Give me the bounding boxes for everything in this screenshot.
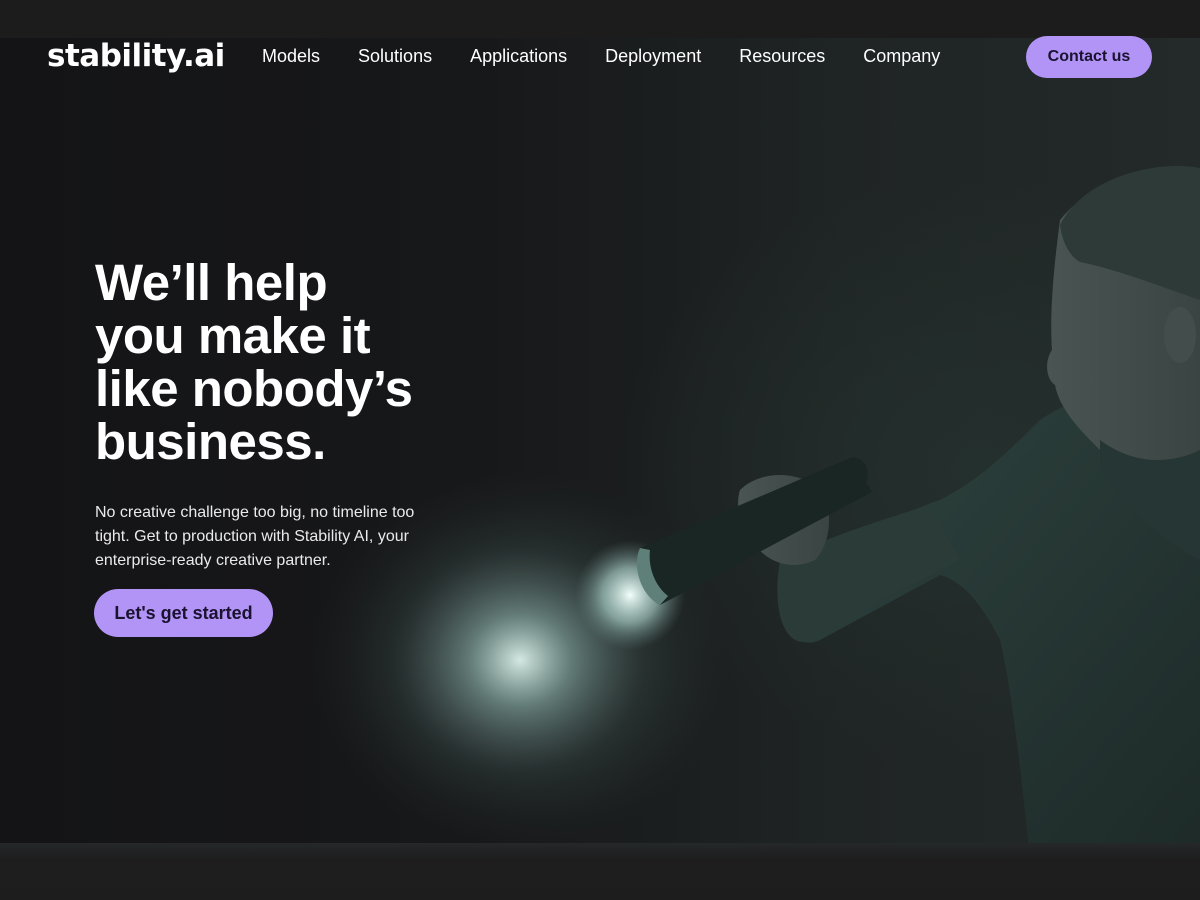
headline-line-4: business. (95, 413, 326, 470)
nav-item-models[interactable]: Models (262, 46, 320, 67)
page: stability.ai Models Solutions Applicatio… (0, 0, 1200, 900)
nav-links: Models Solutions Applications Deployment… (262, 46, 978, 67)
top-nav: stability.ai Models Solutions Applicatio… (0, 36, 1200, 78)
headline-line-3: like nobody’s (95, 360, 413, 417)
top-strip (0, 0, 1200, 38)
stability-ai-logo[interactable]: stability.ai (47, 38, 225, 74)
nav-item-deployment[interactable]: Deployment (605, 46, 701, 67)
headline-line-2: you make it (95, 307, 371, 364)
nav-item-solutions[interactable]: Solutions (358, 46, 432, 67)
contact-us-button[interactable]: Contact us (1026, 36, 1152, 78)
headline-line-1: We’ll help (95, 254, 328, 311)
lets-get-started-button[interactable]: Let's get started (94, 589, 273, 637)
bottom-strip (0, 843, 1200, 900)
hero-subtext: No creative challenge too big, no timeli… (95, 504, 415, 569)
nav-item-resources[interactable]: Resources (739, 46, 825, 67)
hero-headline: We’ll help you make it like nobody’s bus… (95, 256, 515, 468)
nav-item-company[interactable]: Company (863, 46, 940, 67)
nav-item-applications[interactable]: Applications (470, 46, 567, 67)
